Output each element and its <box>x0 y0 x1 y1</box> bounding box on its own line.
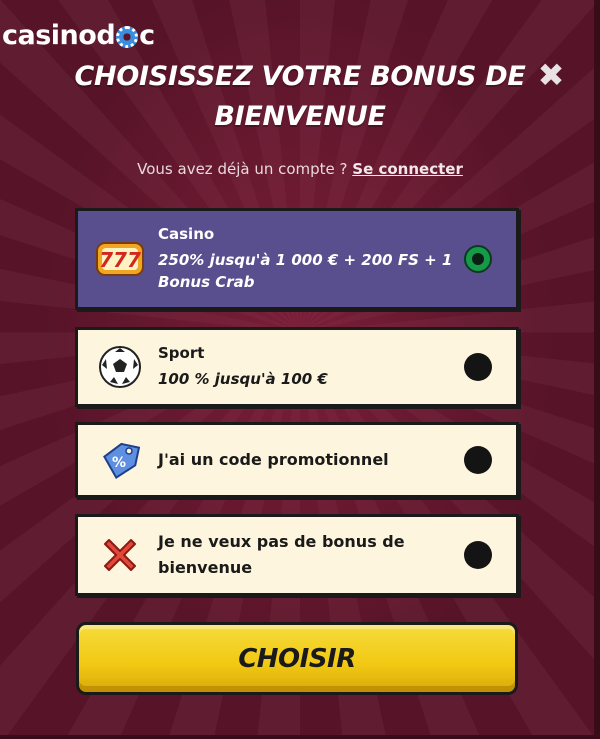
radio-unselected[interactable] <box>464 541 492 569</box>
radio-unselected[interactable] <box>464 446 492 474</box>
radio-selected[interactable] <box>464 245 492 273</box>
login-prompt-text: Vous avez déjà un compte ? <box>137 160 348 178</box>
slot-777-icon: 777 <box>94 233 146 285</box>
logo-d: d <box>96 20 116 51</box>
casinodoc-logo: casino d c <box>2 20 155 51</box>
option-casino[interactable]: 777 Casino 250% jusqu'à 1 000 € + 200 FS… <box>75 208 519 310</box>
svg-text:%: % <box>112 455 126 471</box>
soccer-ball-icon <box>94 341 146 393</box>
poker-chip-icon <box>116 26 139 48</box>
radio-unselected[interactable] <box>464 353 492 381</box>
login-prompt: Vous avez déjà un compte ? Se connecter <box>0 160 600 178</box>
option-category: Casino <box>158 225 215 243</box>
option-description: 100 % jusqu'à 100 € <box>158 370 328 388</box>
logo-text-left: casino <box>2 20 97 51</box>
option-label: J'ai un code promotionnel <box>158 450 389 469</box>
option-category: Sport <box>158 344 205 362</box>
option-label: Je ne veux pas de bonus de bienvenue <box>158 532 405 577</box>
option-sport[interactable]: Sport 100 % jusqu'à 100 € <box>75 327 519 407</box>
option-description: 250% jusqu'à 1 000 € + 200 FS + 1 Bonus … <box>158 251 453 291</box>
promo-tag-icon: % <box>94 434 146 486</box>
page-title: CHOISISSEZ VOTRE BONUS DE BIENVENUE <box>74 61 526 132</box>
red-x-icon <box>94 529 146 581</box>
svg-text:777: 777 <box>99 248 141 272</box>
login-link[interactable]: Se connecter <box>352 160 463 178</box>
option-promo-code[interactable]: % J'ai un code promotionnel <box>75 422 519 498</box>
logo-text-right: c <box>139 20 155 51</box>
choose-button[interactable]: CHOISIR <box>76 622 518 695</box>
choose-button-label: CHOISIR <box>238 643 356 674</box>
option-no-bonus[interactable]: Je ne veux pas de bonus de bienvenue <box>75 514 519 596</box>
